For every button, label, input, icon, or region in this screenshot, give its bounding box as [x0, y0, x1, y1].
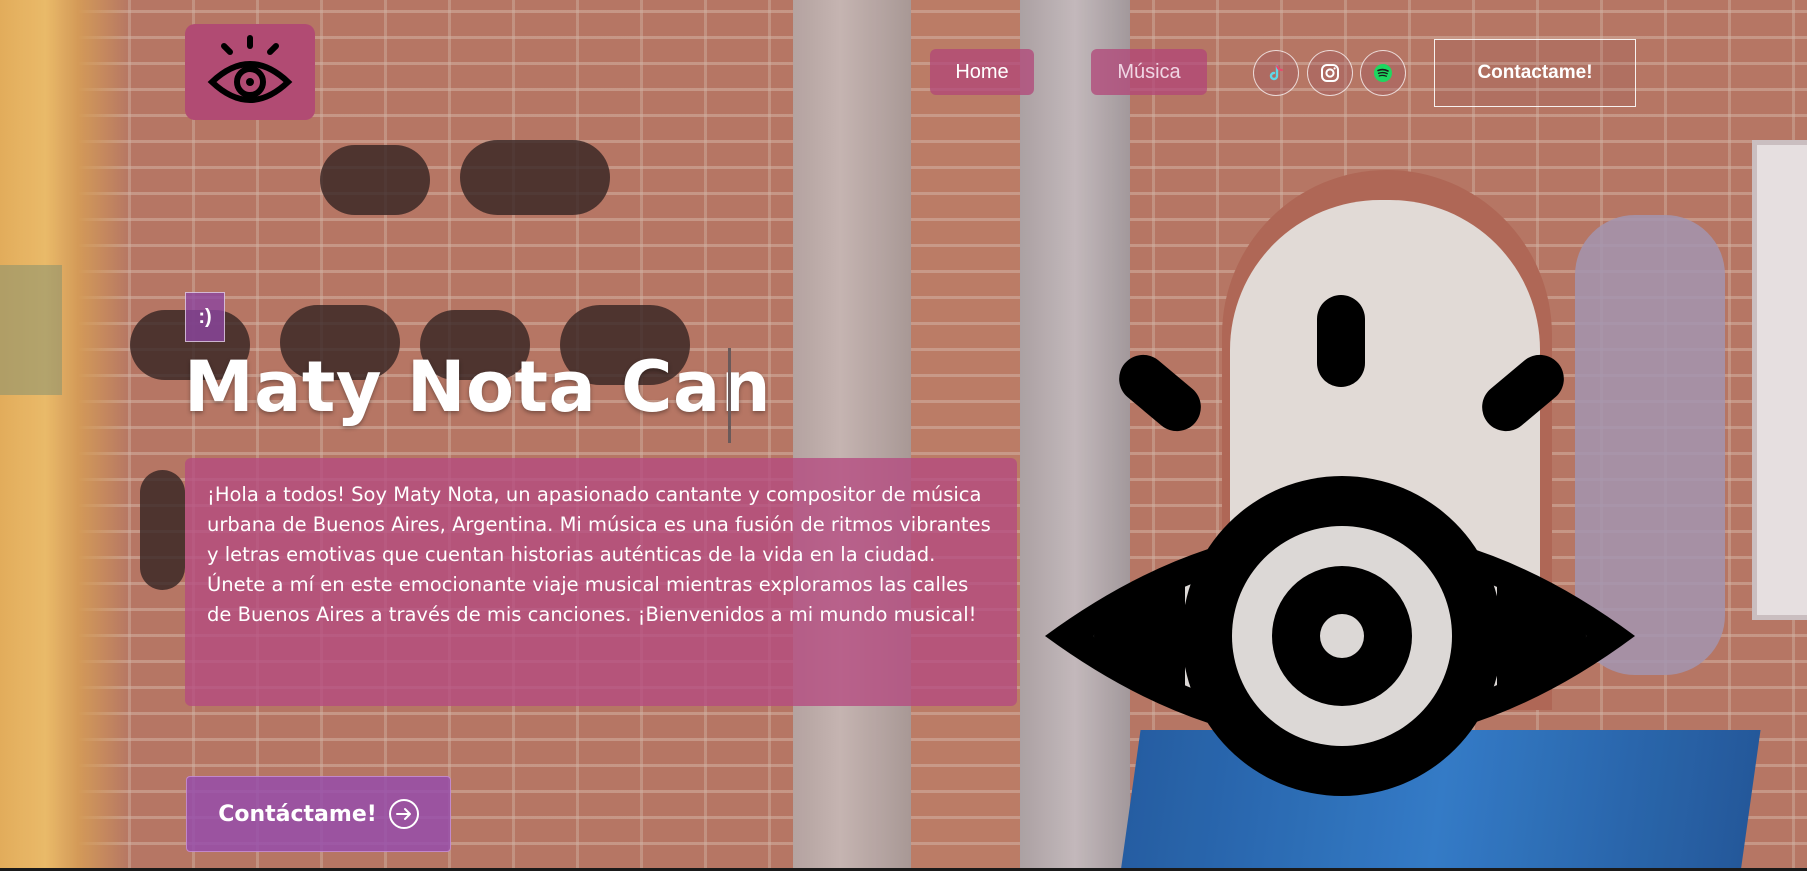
smile-badge: :) [185, 292, 225, 342]
contact-header-button[interactable]: Contactame! [1434, 39, 1636, 107]
site-logo[interactable] [185, 24, 315, 120]
page-title: Maty Nota Can [184, 346, 772, 428]
typing-caret [728, 348, 731, 443]
eye-icon [1045, 295, 1635, 796]
bio-card: ¡Hola a todos! Soy Maty Nota, un apasion… [185, 458, 1017, 706]
instagram-link[interactable] [1307, 50, 1353, 96]
nav-home-link[interactable]: Home [930, 49, 1034, 95]
nav-musica-link[interactable]: Música [1091, 49, 1207, 95]
instagram-icon [1321, 64, 1339, 82]
cta-label: Contáctame! [218, 801, 377, 827]
bio-text: ¡Hola a todos! Soy Maty Nota, un apasion… [207, 483, 991, 626]
eye-icon [207, 35, 293, 103]
tiktok-link[interactable] [1253, 50, 1299, 96]
contact-cta-button[interactable]: Contáctame! [186, 776, 451, 852]
spotify-link[interactable] [1360, 50, 1406, 96]
arrow-right-circle-icon [388, 799, 419, 829]
spotify-icon [1374, 64, 1392, 82]
tiktok-icon [1269, 64, 1283, 81]
